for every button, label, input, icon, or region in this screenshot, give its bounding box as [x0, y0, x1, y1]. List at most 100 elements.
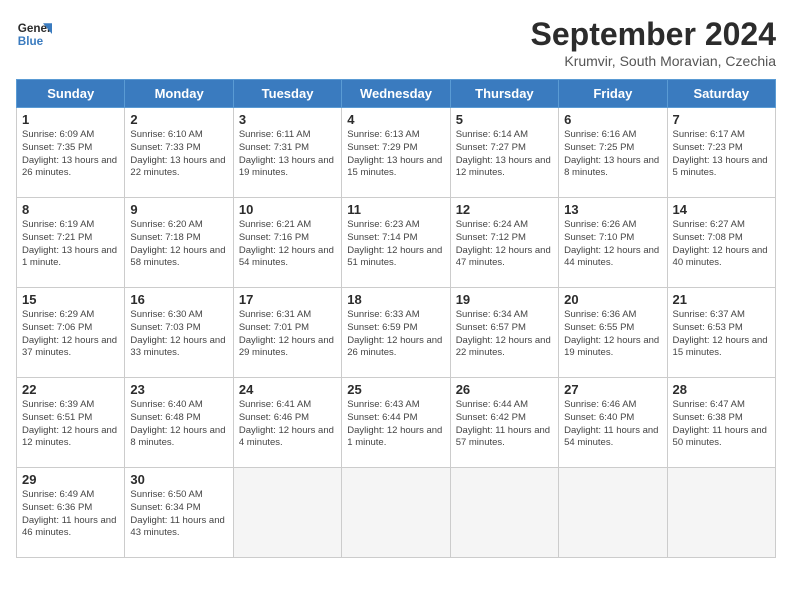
logo-icon: General Blue [16, 16, 52, 52]
day-header-wednesday: Wednesday [342, 80, 450, 108]
calendar-cell: 1 Sunrise: 6:09 AMSunset: 7:35 PMDaylight… [17, 108, 125, 198]
svg-text:Blue: Blue [18, 35, 44, 48]
day-number: 22 [22, 382, 119, 397]
location-subtitle: Krumvir, South Moravian, Czechia [531, 53, 776, 69]
calendar-week-row: 1 Sunrise: 6:09 AMSunset: 7:35 PMDaylight… [17, 108, 776, 198]
day-number: 4 [347, 112, 444, 127]
calendar-cell: 5 Sunrise: 6:14 AMSunset: 7:27 PMDaylight… [450, 108, 558, 198]
day-header-saturday: Saturday [667, 80, 775, 108]
day-info: Sunrise: 6:10 AMSunset: 7:33 PMDaylight:… [130, 129, 227, 180]
day-info: Sunrise: 6:14 AMSunset: 7:27 PMDaylight:… [456, 129, 553, 180]
calendar-cell [233, 468, 341, 558]
logo: General Blue [16, 16, 52, 52]
day-info: Sunrise: 6:13 AMSunset: 7:29 PMDaylight:… [347, 129, 444, 180]
day-number: 27 [564, 382, 661, 397]
day-info: Sunrise: 6:49 AMSunset: 6:36 PMDaylight:… [22, 489, 119, 540]
calendar-cell [450, 468, 558, 558]
calendar-cell: 24Sunrise: 6:41 AMSunset: 6:46 PMDayligh… [233, 378, 341, 468]
day-number: 8 [22, 202, 119, 217]
calendar-cell: 15 Sunrise: 6:29 AMSunset: 7:06 PMDayligh… [17, 288, 125, 378]
day-number: 11 [347, 202, 444, 217]
day-info: Sunrise: 6:17 AMSunset: 7:23 PMDaylight:… [673, 129, 770, 180]
day-number: 16 [130, 292, 227, 307]
calendar-cell: 30 Sunrise: 6:50 AMSunset: 6:34 PMDayligh… [125, 468, 233, 558]
calendar-cell: 17 Sunrise: 6:31 AMSunset: 7:01 PMDayligh… [233, 288, 341, 378]
days-of-week-row: SundayMondayTuesdayWednesdayThursdayFrid… [17, 80, 776, 108]
day-info: Sunrise: 6:43 AMSunset: 6:44 PMDaylight:… [347, 399, 444, 450]
page-header: General Blue September 2024 Krumvir, Sou… [16, 16, 776, 69]
calendar-cell: 26 Sunrise: 6:44 AMSunset: 6:42 PMDayligh… [450, 378, 558, 468]
day-number: 23 [130, 382, 227, 397]
day-number: 2 [130, 112, 227, 127]
day-number: 15 [22, 292, 119, 307]
day-info: Sunrise: 6:23 AMSunset: 7:14 PMDaylight:… [347, 219, 444, 270]
day-number: 9 [130, 202, 227, 217]
calendar-cell: 21Sunrise: 6:37 AMSunset: 6:53 PMDayligh… [667, 288, 775, 378]
day-number: 19 [456, 292, 553, 307]
calendar-cell [342, 468, 450, 558]
day-info: Sunrise: 6:31 AMSunset: 7:01 PMDaylight:… [239, 309, 336, 360]
calendar-cell: 13 Sunrise: 6:26 AMSunset: 7:10 PMDayligh… [559, 198, 667, 288]
calendar-cell: 20 Sunrise: 6:36 AMSunset: 6:55 PMDayligh… [559, 288, 667, 378]
day-info: Sunrise: 6:21 AMSunset: 7:16 PMDaylight:… [239, 219, 336, 270]
day-info: Sunrise: 6:50 AMSunset: 6:34 PMDaylight:… [130, 489, 227, 540]
day-number: 25 [347, 382, 444, 397]
day-info: Sunrise: 6:26 AMSunset: 7:10 PMDaylight:… [564, 219, 661, 270]
day-number: 1 [22, 112, 119, 127]
day-header-thursday: Thursday [450, 80, 558, 108]
day-info: Sunrise: 6:36 AMSunset: 6:55 PMDaylight:… [564, 309, 661, 360]
calendar-cell: 10Sunrise: 6:21 AMSunset: 7:16 PMDayligh… [233, 198, 341, 288]
day-info: Sunrise: 6:27 AMSunset: 7:08 PMDaylight:… [673, 219, 770, 270]
day-number: 26 [456, 382, 553, 397]
calendar-cell: 28Sunrise: 6:47 AMSunset: 6:38 PMDayligh… [667, 378, 775, 468]
calendar-cell: 3 Sunrise: 6:11 AMSunset: 7:31 PMDaylight… [233, 108, 341, 198]
calendar-week-row: 15 Sunrise: 6:29 AMSunset: 7:06 PMDayligh… [17, 288, 776, 378]
day-number: 13 [564, 202, 661, 217]
day-info: Sunrise: 6:41 AMSunset: 6:46 PMDaylight:… [239, 399, 336, 450]
day-number: 20 [564, 292, 661, 307]
calendar-cell: 2 Sunrise: 6:10 AMSunset: 7:33 PMDaylight… [125, 108, 233, 198]
day-number: 17 [239, 292, 336, 307]
day-info: Sunrise: 6:33 AMSunset: 6:59 PMDaylight:… [347, 309, 444, 360]
day-number: 7 [673, 112, 770, 127]
day-info: Sunrise: 6:09 AMSunset: 7:35 PMDaylight:… [22, 129, 119, 180]
calendar-cell: 27 Sunrise: 6:46 AMSunset: 6:40 PMDayligh… [559, 378, 667, 468]
calendar-week-row: 22 Sunrise: 6:39 AMSunset: 6:51 PMDayligh… [17, 378, 776, 468]
calendar-cell: 12Sunrise: 6:24 AMSunset: 7:12 PMDayligh… [450, 198, 558, 288]
day-header-friday: Friday [559, 80, 667, 108]
calendar-cell: 7 Sunrise: 6:17 AMSunset: 7:23 PMDaylight… [667, 108, 775, 198]
day-header-monday: Monday [125, 80, 233, 108]
calendar-cell: 25 Sunrise: 6:43 AMSunset: 6:44 PMDayligh… [342, 378, 450, 468]
calendar-cell: 6Sunrise: 6:16 AMSunset: 7:25 PMDaylight… [559, 108, 667, 198]
calendar-cell: 4 Sunrise: 6:13 AMSunset: 7:29 PMDaylight… [342, 108, 450, 198]
calendar-cell: 9 Sunrise: 6:20 AMSunset: 7:18 PMDaylight… [125, 198, 233, 288]
day-number: 21 [673, 292, 770, 307]
day-number: 5 [456, 112, 553, 127]
day-info: Sunrise: 6:19 AMSunset: 7:21 PMDaylight:… [22, 219, 119, 270]
calendar-week-row: 29 Sunrise: 6:49 AMSunset: 6:36 PMDayligh… [17, 468, 776, 558]
day-info: Sunrise: 6:39 AMSunset: 6:51 PMDaylight:… [22, 399, 119, 450]
calendar-cell: 16Sunrise: 6:30 AMSunset: 7:03 PMDayligh… [125, 288, 233, 378]
calendar-cell: 11 Sunrise: 6:23 AMSunset: 7:14 PMDayligh… [342, 198, 450, 288]
day-info: Sunrise: 6:20 AMSunset: 7:18 PMDaylight:… [130, 219, 227, 270]
day-number: 30 [130, 472, 227, 487]
day-info: Sunrise: 6:24 AMSunset: 7:12 PMDaylight:… [456, 219, 553, 270]
day-number: 14 [673, 202, 770, 217]
day-info: Sunrise: 6:29 AMSunset: 7:06 PMDaylight:… [22, 309, 119, 360]
day-number: 29 [22, 472, 119, 487]
calendar-cell: 29 Sunrise: 6:49 AMSunset: 6:36 PMDayligh… [17, 468, 125, 558]
calendar-cell: 23 Sunrise: 6:40 AMSunset: 6:48 PMDayligh… [125, 378, 233, 468]
day-info: Sunrise: 6:46 AMSunset: 6:40 PMDaylight:… [564, 399, 661, 450]
calendar-week-row: 8 Sunrise: 6:19 AMSunset: 7:21 PMDaylight… [17, 198, 776, 288]
day-header-sunday: Sunday [17, 80, 125, 108]
month-title: September 2024 [531, 16, 776, 53]
day-info: Sunrise: 6:11 AMSunset: 7:31 PMDaylight:… [239, 129, 336, 180]
day-info: Sunrise: 6:44 AMSunset: 6:42 PMDaylight:… [456, 399, 553, 450]
calendar-cell: 22 Sunrise: 6:39 AMSunset: 6:51 PMDayligh… [17, 378, 125, 468]
day-info: Sunrise: 6:40 AMSunset: 6:48 PMDaylight:… [130, 399, 227, 450]
calendar-cell: 19 Sunrise: 6:34 AMSunset: 6:57 PMDayligh… [450, 288, 558, 378]
day-info: Sunrise: 6:47 AMSunset: 6:38 PMDaylight:… [673, 399, 770, 450]
day-number: 3 [239, 112, 336, 127]
calendar-cell: 18Sunrise: 6:33 AMSunset: 6:59 PMDayligh… [342, 288, 450, 378]
day-info: Sunrise: 6:34 AMSunset: 6:57 PMDaylight:… [456, 309, 553, 360]
